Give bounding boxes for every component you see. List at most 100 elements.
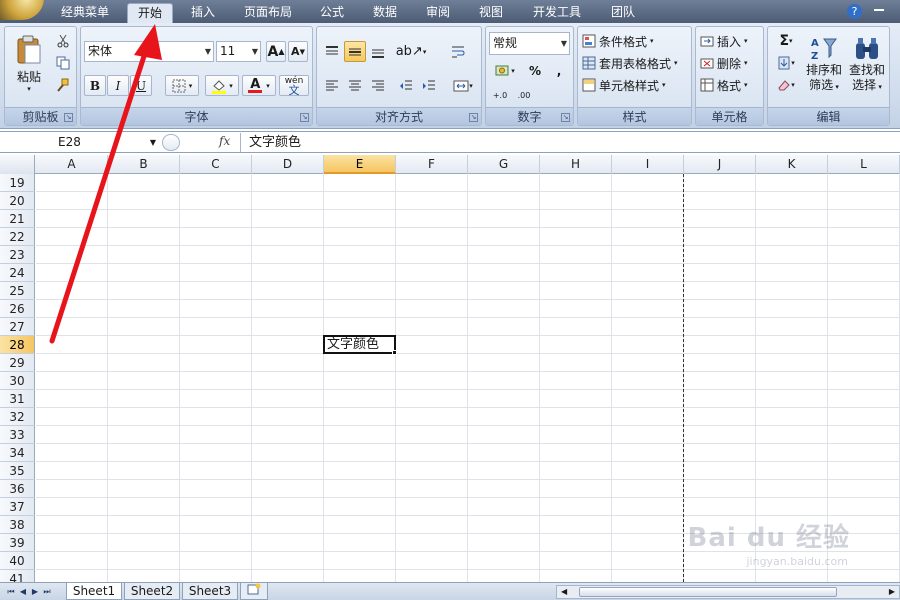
align-bottom-button[interactable] — [367, 41, 389, 62]
find-select-button[interactable]: 查找和 选择 ▾ — [846, 29, 888, 101]
last-sheet-icon[interactable]: ⏭ — [42, 585, 52, 598]
tab-page-layout[interactable]: 页面布局 — [233, 3, 303, 23]
number-launcher-icon[interactable]: ↘ — [561, 113, 570, 122]
align-left-button[interactable] — [321, 75, 343, 96]
sort-filter-button[interactable]: AZ 排序和 筛选 ▾ — [804, 29, 844, 101]
comma-style-button[interactable]: , — [548, 60, 570, 81]
row-header-34[interactable]: 34 — [0, 444, 35, 462]
font-launcher-icon[interactable]: ↘ — [300, 113, 309, 122]
column-header-j[interactable]: J — [684, 155, 756, 174]
column-header-e[interactable]: E — [324, 155, 396, 174]
decrease-decimal-button[interactable]: .00 — [513, 85, 535, 106]
formula-bar-expand-handle[interactable] — [162, 134, 180, 151]
active-cell[interactable]: 文字颜色 — [323, 335, 396, 354]
merge-center-button[interactable]: ▾ — [447, 75, 479, 96]
row-header-26[interactable]: 26 — [0, 300, 35, 318]
paste-button[interactable]: 粘贴 ▾ — [9, 29, 49, 97]
fill-button[interactable]: ▾ — [771, 53, 801, 73]
fill-handle[interactable] — [392, 350, 397, 355]
borders-button[interactable]: ▾ — [165, 75, 199, 96]
scroll-left-icon[interactable]: ◀ — [561, 586, 567, 598]
column-header-a[interactable]: A — [36, 155, 108, 174]
row-header-24[interactable]: 24 — [0, 264, 35, 282]
insert-cells-button[interactable]: 插入 ▾ — [699, 31, 761, 51]
minimize-ribbon-icon[interactable] — [874, 9, 884, 11]
decrease-indent-button[interactable] — [395, 75, 417, 96]
row-header-39[interactable]: 39 — [0, 534, 35, 552]
row-header-28[interactable]: 28 — [0, 336, 35, 354]
format-as-table-button[interactable]: 套用表格格式 ▾ — [581, 53, 689, 73]
sheet-tab-2[interactable]: Sheet2 — [124, 583, 180, 600]
tab-home[interactable]: 开始 — [127, 3, 173, 23]
tab-view[interactable]: 视图 — [468, 3, 514, 23]
column-header-g[interactable]: G — [468, 155, 540, 174]
row-header-19[interactable]: 19 — [0, 174, 35, 192]
copy-button[interactable] — [53, 53, 73, 73]
row-header-36[interactable]: 36 — [0, 480, 35, 498]
cell-styles-button[interactable]: 单元格样式 ▾ — [581, 75, 689, 95]
formula-input[interactable]: 文字颜色 — [240, 133, 890, 152]
horizontal-scroll-thumb[interactable] — [579, 587, 837, 597]
underline-button[interactable]: U — [130, 75, 152, 96]
tab-developer[interactable]: 开发工具 — [521, 3, 593, 23]
conditional-formatting-button[interactable]: 条件格式 ▾ — [581, 31, 689, 51]
row-header-29[interactable]: 29 — [0, 354, 35, 372]
row-header-21[interactable]: 21 — [0, 210, 35, 228]
column-header-h[interactable]: H — [540, 155, 612, 174]
row-header-41[interactable]: 41 — [0, 570, 35, 582]
next-sheet-icon[interactable]: ▶ — [30, 585, 40, 598]
worksheet-grid[interactable]: ABCDEFGHIJKL 19 20 21 22 23 24 25 26 27 28 29 30 31 3… — [0, 155, 900, 582]
autosum-button[interactable]: Σ ▾ — [771, 31, 801, 51]
alignment-launcher-icon[interactable]: ↘ — [469, 113, 478, 122]
wrap-text-button[interactable] — [447, 41, 469, 62]
sheet-tab-1[interactable]: Sheet1 — [66, 583, 122, 600]
row-header-20[interactable]: 20 — [0, 192, 35, 210]
row-header-23[interactable]: 23 — [0, 246, 35, 264]
percent-button[interactable]: % — [524, 60, 546, 81]
column-header-c[interactable]: C — [180, 155, 252, 174]
column-header-l[interactable]: L — [828, 155, 900, 174]
fill-color-button[interactable]: ▾ — [205, 75, 239, 96]
row-header-32[interactable]: 32 — [0, 408, 35, 426]
column-header-f[interactable]: F — [396, 155, 468, 174]
delete-cells-button[interactable]: 删除 ▾ — [699, 53, 761, 73]
row-header-27[interactable]: 27 — [0, 318, 35, 336]
font-name-combo[interactable]: 宋体 ▼ — [84, 41, 214, 62]
horizontal-scrollbar[interactable]: ◀ ▶ — [556, 585, 900, 599]
select-all-corner[interactable] — [0, 155, 35, 174]
shrink-font-button[interactable]: A ▼ — [288, 41, 308, 62]
tab-data[interactable]: 数据 — [362, 3, 408, 23]
tab-review[interactable]: 审阅 — [415, 3, 461, 23]
orientation-button[interactable]: ab↗ ▾ — [395, 41, 427, 62]
row-header-38[interactable]: 38 — [0, 516, 35, 534]
name-box[interactable]: E28 ▼ — [2, 133, 160, 152]
column-header-i[interactable]: I — [612, 155, 684, 174]
sheet-tab-3[interactable]: Sheet3 — [182, 583, 238, 600]
row-header-30[interactable]: 30 — [0, 372, 35, 390]
column-header-b[interactable]: B — [108, 155, 180, 174]
align-middle-button[interactable] — [344, 41, 366, 62]
align-top-button[interactable] — [321, 41, 343, 62]
tab-insert[interactable]: 插入 — [180, 3, 226, 23]
align-right-button[interactable] — [367, 75, 389, 96]
italic-button[interactable]: I — [107, 75, 129, 96]
row-header-37[interactable]: 37 — [0, 498, 35, 516]
currency-button[interactable]: ▾ — [489, 60, 521, 81]
row-header-35[interactable]: 35 — [0, 462, 35, 480]
grow-font-button[interactable]: A ▲ — [266, 41, 286, 62]
row-header-33[interactable]: 33 — [0, 426, 35, 444]
insert-sheet-button[interactable] — [240, 583, 268, 600]
tab-team[interactable]: 团队 — [600, 3, 646, 23]
insert-function-icon[interactable]: fx — [219, 134, 230, 148]
row-header-31[interactable]: 31 — [0, 390, 35, 408]
tab-formulas[interactable]: 公式 — [309, 3, 355, 23]
phonetic-guide-button[interactable]: wén 文 — [279, 75, 309, 96]
scroll-right-icon[interactable]: ▶ — [889, 586, 895, 598]
bold-button[interactable]: B — [84, 75, 106, 96]
column-header-k[interactable]: K — [756, 155, 828, 174]
align-center-button[interactable] — [344, 75, 366, 96]
increase-indent-button[interactable] — [418, 75, 440, 96]
help-icon[interactable]: ? — [847, 4, 862, 19]
increase-decimal-button[interactable]: +.0 — [489, 85, 511, 106]
number-format-combo[interactable]: 常规 ▼ — [489, 32, 570, 55]
